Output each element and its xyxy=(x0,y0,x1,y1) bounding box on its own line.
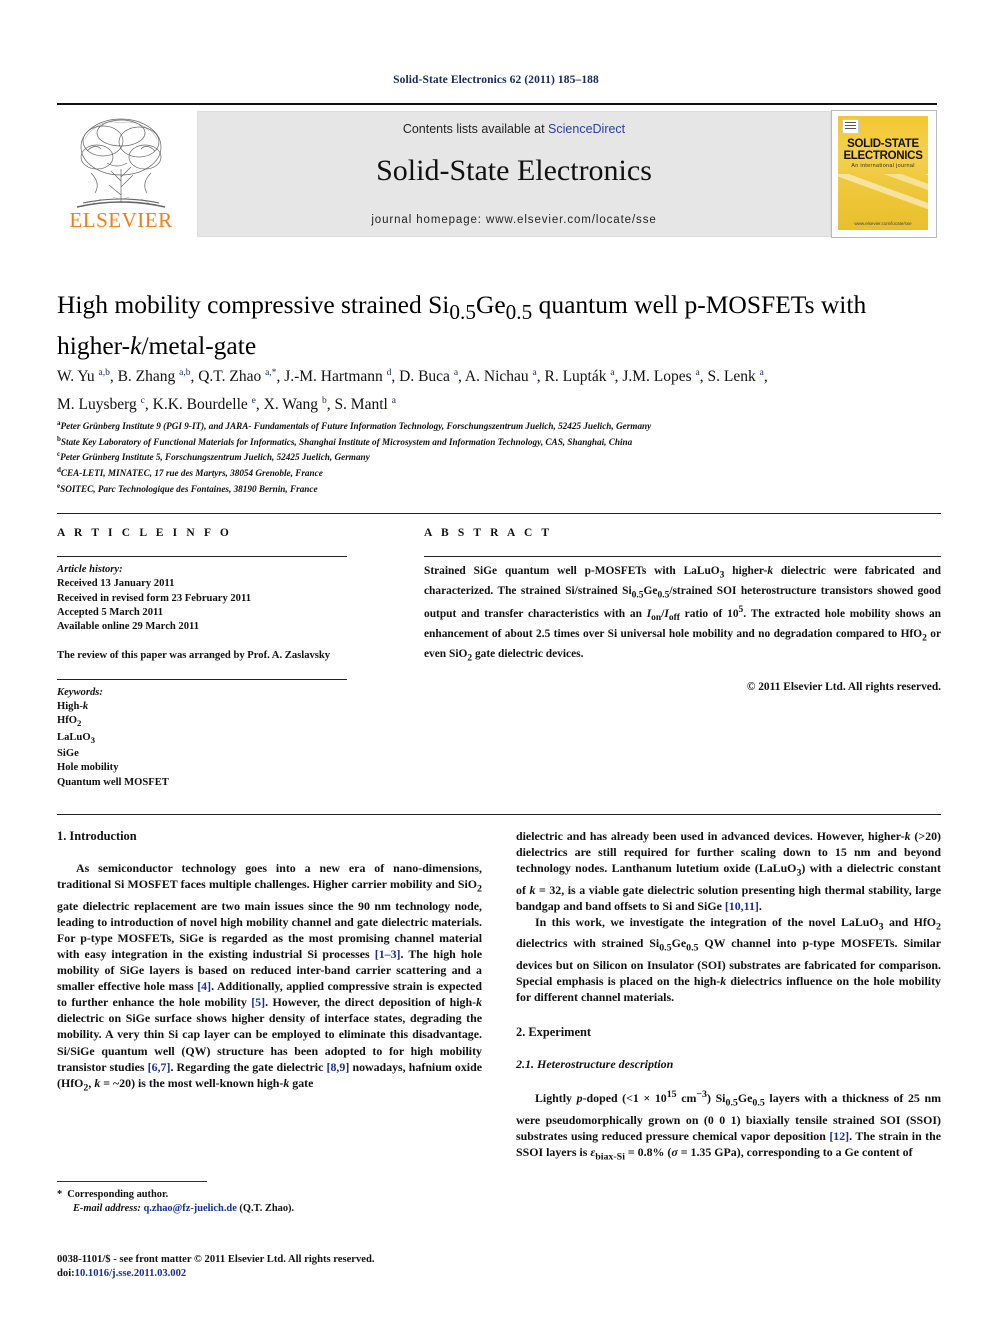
page-title: High mobility compressive strained Si0.5… xyxy=(57,288,937,362)
cover-artwork: SOLID-STATE ELECTRONICS An international… xyxy=(838,116,928,230)
footnote-divider xyxy=(57,1181,207,1182)
email-owner: (Q.T. Zhao). xyxy=(239,1203,295,1214)
author-list: W. Yu a,b, B. Zhang a,b, Q.T. Zhao a,*, … xyxy=(57,361,941,417)
journal-banner: Contents lists available at ScienceDirec… xyxy=(197,111,831,237)
citation-link[interactable]: [8,9] xyxy=(327,1060,350,1074)
title-sub1: 0.5 xyxy=(449,300,476,325)
journal-masthead: ELSEVIER Contents lists available at Sci… xyxy=(57,103,937,238)
citation-link[interactable]: [12] xyxy=(829,1129,849,1143)
article-history-label: Article history: xyxy=(57,564,123,575)
title-italic-k: k xyxy=(130,331,142,361)
cover-journal-name: SOLID-STATE ELECTRONICS xyxy=(838,138,928,162)
history-item: Available online 29 March 2011 xyxy=(57,621,200,633)
running-head: Solid-State Electronics 62 (2011) 185–18… xyxy=(393,74,599,86)
elsevier-logo: ELSEVIER xyxy=(57,111,185,235)
affiliation-text: Peter Grünberg Institute 5, Forschungsze… xyxy=(60,452,370,463)
paragraph-experiment-1: Lightly p-doped (<1 × 1015 cm−3) Si0.5Ge… xyxy=(516,1089,942,1163)
author-line-2: M. Luysberg c, K.K. Bourdelle e, X. Wang… xyxy=(57,396,396,414)
citation-link[interactable]: [5] xyxy=(251,995,265,1009)
citation-link[interactable]: [6,7] xyxy=(148,1060,171,1074)
body-column-right: dielectric and has already been used in … xyxy=(516,828,941,1165)
affiliation-text: State Key Laboratory of Functional Mater… xyxy=(60,436,633,447)
keyword-item: SiGe xyxy=(57,748,79,760)
email-link[interactable]: q.zhao@fz-juelich.de xyxy=(143,1203,236,1214)
history-item: Received in revised form 23 February 201… xyxy=(57,592,251,604)
cover-footer-url: www.elsevier.com/locate/sse xyxy=(854,221,912,226)
article-info-heading: A R T I C L E I N F O xyxy=(57,527,232,539)
elsevier-wordmark: ELSEVIER xyxy=(69,208,173,232)
history-item: Accepted 5 March 2011 xyxy=(57,606,164,618)
doi-link[interactable]: 10.1016/j.sse.2011.03.002 xyxy=(75,1268,187,1279)
page-footer: 0038-1101/$ - see front matter © 2011 El… xyxy=(57,1253,617,1281)
title-part2: Ge xyxy=(475,290,506,319)
section-heading-experiment: 2. Experiment xyxy=(516,1025,592,1040)
email-label: E-mail address: xyxy=(73,1203,141,1214)
citation-link[interactable]: [4] xyxy=(197,979,211,993)
info-divider xyxy=(57,556,347,557)
paragraph-intro-1: As semiconductor technology goes into a … xyxy=(57,861,483,1094)
issn-line: 0038-1101/$ - see front matter © 2011 El… xyxy=(57,1254,375,1265)
affiliation-text: Peter Grünberg Institute 9 (PGI 9-IT), a… xyxy=(60,421,652,432)
cover-subtitle: An international journal xyxy=(851,163,915,169)
abstract-heading: A B S T R A C T xyxy=(424,527,553,539)
affiliation-item: cPeter Grünberg Institute 5, Forschungsz… xyxy=(57,448,941,464)
subsection-heading-heterostructure: 2.1. Heterostructure description xyxy=(516,1057,674,1072)
citation-link[interactable]: [1–3] xyxy=(375,947,401,961)
cover-name-line2: ELECTRONICS xyxy=(843,150,923,162)
abstract-text: Strained SiGe quantum well p-MOSFETs wit… xyxy=(424,565,942,663)
review-arranged-by: The review of this paper was arranged by… xyxy=(57,650,331,662)
paper-page: Solid-State Electronics 62 (2011) 185–18… xyxy=(0,0,992,1323)
affiliation-item: eSOITEC, Parc Technologique des Fontaine… xyxy=(57,480,941,496)
article-history: Article history: Received 13 January 201… xyxy=(57,563,353,634)
contents-prefix: Contents lists available at xyxy=(402,122,549,136)
body-column-left: 1. Introduction As semiconductor technol… xyxy=(57,828,482,1096)
keyword-item: HfO2 xyxy=(57,715,82,729)
citation-link[interactable]: [10,11] xyxy=(725,899,759,913)
keyword-item: High-k xyxy=(57,701,89,713)
journal-cover-thumbnail: SOLID-STATE ELECTRONICS An international… xyxy=(831,110,937,238)
history-item: Received 13 January 2011 xyxy=(57,578,175,590)
cover-name-line1: SOLID-STATE xyxy=(847,138,919,150)
cover-elsevier-mark-icon xyxy=(842,119,859,134)
footnote-block: * Corresponding author. E-mail address: q… xyxy=(57,1188,482,1216)
abstract-copyright: © 2011 Elsevier Ltd. All rights reserved… xyxy=(746,681,941,694)
cover-wave-graphic xyxy=(838,174,928,224)
keywords-divider xyxy=(57,678,347,680)
affiliation-list: aPeter Grünberg Institute 9 (PGI 9-IT), … xyxy=(57,417,941,495)
doi-label: doi: xyxy=(57,1268,75,1279)
paragraph-intro-1-continued: dielectric and has already been used in … xyxy=(516,829,942,913)
section-heading-introduction: 1. Introduction xyxy=(57,829,137,843)
abstract-column: Strained SiGe quantum well p-MOSFETs wit… xyxy=(424,556,941,696)
email-note: E-mail address: q.zhao@fz-juelich.de (Q.… xyxy=(57,1202,482,1216)
keyword-item: LaLuO3 xyxy=(57,731,95,745)
author-line-1: W. Yu a,b, B. Zhang a,b, Q.T. Zhao a,*, … xyxy=(57,368,768,386)
elsevier-tree-icon xyxy=(76,118,166,208)
affiliation-text: SOITEC, Parc Technologique des Fontaines… xyxy=(60,483,318,494)
paragraph-intro-2: In this work, we investigate the integra… xyxy=(516,914,941,1004)
info-abstract-band: A R T I C L E I N F O A B S T R A C T Ar… xyxy=(57,513,941,815)
keywords-label: Keywords: xyxy=(57,686,103,698)
title-part1: High mobility compressive strained Si xyxy=(57,290,450,319)
contents-available-line: Contents lists available at ScienceDirec… xyxy=(198,122,830,136)
article-info-column: Article history: Received 13 January 201… xyxy=(57,556,353,790)
keywords-block: Keywords: High-k HfO2 LaLuO3 SiGe Hole m… xyxy=(57,686,353,790)
affiliation-text: CEA-LETI, MINATEC, 17 rue des Martyrs, 3… xyxy=(60,468,323,479)
title-sub2: 0.5 xyxy=(505,300,533,325)
affiliation-item: aPeter Grünberg Institute 9 (PGI 9-IT), … xyxy=(57,417,941,433)
journal-title: Solid-State Electronics xyxy=(376,154,652,187)
affiliation-item: dCEA-LETI, MINATEC, 17 rue des Martyrs, … xyxy=(57,464,941,480)
keyword-item: Quantum well MOSFET xyxy=(57,776,169,788)
sciencedirect-link[interactable]: ScienceDirect xyxy=(548,122,625,136)
keyword-item: Hole mobility xyxy=(57,762,119,774)
title-part4: /metal-gate xyxy=(141,331,257,361)
asterisk-icon: * xyxy=(57,1189,63,1200)
journal-homepage-link[interactable]: journal homepage: www.elsevier.com/locat… xyxy=(198,214,830,226)
corresponding-author-note: * Corresponding author. xyxy=(57,1188,482,1202)
corresponding-author-text: Corresponding author. xyxy=(67,1189,169,1200)
affiliation-item: bState Key Laboratory of Functional Mate… xyxy=(57,433,941,449)
abstract-divider xyxy=(424,556,941,557)
doi-line: doi:10.1016/j.sse.2011.03.002 xyxy=(57,1267,617,1281)
